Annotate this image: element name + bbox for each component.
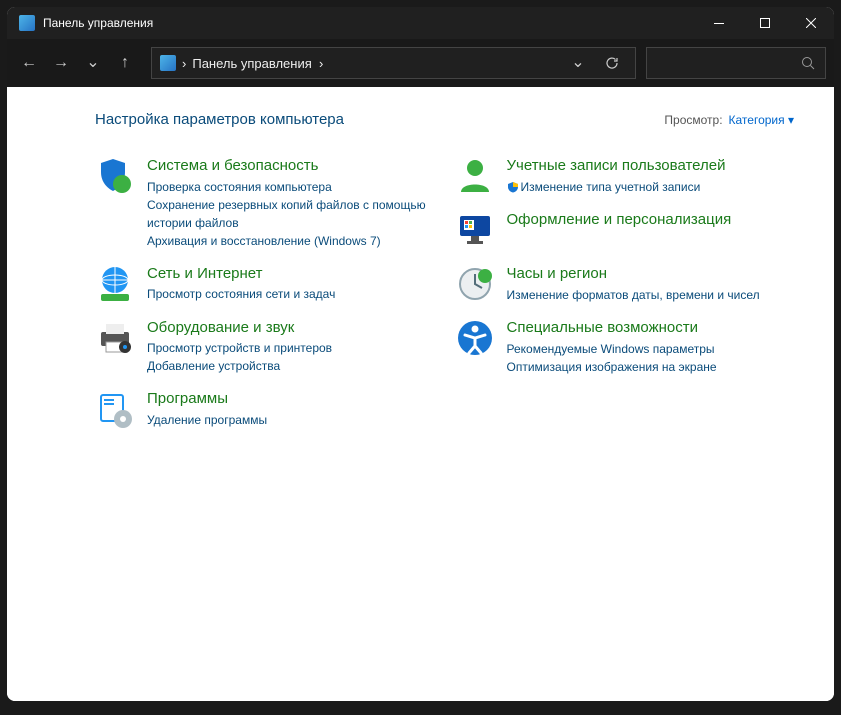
category-title[interactable]: Оформление и персонализация [507, 210, 795, 230]
category-link[interactable]: Просмотр состояния сети и задач [147, 285, 435, 303]
navbar: ← → ⌄ ↑ › Панель управления › ⌄ [7, 39, 834, 87]
window-controls [696, 7, 834, 39]
category-link[interactable]: Сохранение резервных копий файлов с помо… [147, 196, 435, 232]
address-sep: › [182, 56, 186, 71]
category-user: Учетные записи пользователей Изменение ти… [455, 156, 795, 196]
left-column: Система и безопасность Проверка состояния… [95, 156, 435, 443]
maximize-button[interactable] [742, 7, 788, 39]
category-link[interactable]: Просмотр устройств и принтеров [147, 339, 435, 357]
category-title[interactable]: Учетные записи пользователей [507, 156, 795, 176]
category-title[interactable]: Программы [147, 389, 435, 409]
view-selector: Просмотр: Категория ▾ [664, 113, 794, 127]
category-title[interactable]: Сеть и Интернет [147, 264, 435, 284]
category-link[interactable]: Удаление программы [147, 411, 435, 429]
category-programs: Программы Удаление программы [95, 389, 435, 429]
back-button[interactable]: ← [15, 49, 43, 77]
window: Панель управления ← → ⌄ ↑ › Панель управ… [7, 7, 834, 701]
search-box[interactable] [646, 47, 826, 79]
address-icon [160, 55, 176, 71]
category-link[interactable]: Архивация и восстановление (Windows 7) [147, 232, 435, 250]
nav-arrows: ← → ⌄ ↑ [15, 49, 139, 77]
address-bar[interactable]: › Панель управления › ⌄ [151, 47, 636, 79]
category-ease: Специальные возможности Рекомендуемые Win… [455, 318, 795, 376]
category-link[interactable]: Оптимизация изображения на экране [507, 358, 795, 376]
category-title[interactable]: Специальные возможности [507, 318, 795, 338]
content-header: Настройка параметров компьютера Просмотр… [95, 111, 794, 128]
view-label: Просмотр: [664, 113, 722, 127]
clock-icon [455, 264, 495, 304]
window-title: Панель управления [43, 16, 696, 30]
category-link[interactable]: Изменение форматов даты, времени и чисел [507, 286, 795, 304]
programs-icon [95, 389, 135, 429]
category-personalize: Оформление и персонализация [455, 210, 795, 250]
control-panel-icon [19, 15, 35, 31]
category-title[interactable]: Оборудование и звук [147, 318, 435, 338]
close-button[interactable] [788, 7, 834, 39]
category-printer: Оборудование и звукПросмотр устройств и … [95, 318, 435, 376]
minimize-button[interactable] [696, 7, 742, 39]
shield-icon [95, 156, 135, 196]
globe-icon [95, 264, 135, 304]
category-shield: Система и безопасность Проверка состояния… [95, 156, 435, 250]
right-column: Учетные записи пользователей Изменение ти… [455, 156, 795, 443]
category-title[interactable]: Часы и регион [507, 264, 795, 284]
address-path: Панель управления › [192, 56, 557, 71]
category-globe: Сеть и ИнтернетПросмотр состояния сети и… [95, 264, 435, 304]
category-link[interactable]: Добавление устройства [147, 357, 435, 375]
category-link[interactable]: Изменение типа учетной записи [507, 178, 795, 196]
view-dropdown[interactable]: Категория ▾ [729, 113, 794, 127]
printer-icon [95, 318, 135, 358]
category-columns: Система и безопасность Проверка состояния… [95, 156, 794, 443]
user-icon [455, 156, 495, 196]
content-area: Настройка параметров компьютера Просмотр… [7, 87, 834, 701]
personalize-icon [455, 210, 495, 250]
category-title[interactable]: Система и безопасность [147, 156, 435, 176]
titlebar: Панель управления [7, 7, 834, 39]
recent-dropdown[interactable]: ⌄ [79, 49, 107, 77]
category-clock: Часы и регион Изменение форматов даты, вр… [455, 264, 795, 304]
forward-button[interactable]: → [47, 49, 75, 77]
refresh-button[interactable] [597, 48, 627, 78]
category-link[interactable]: Проверка состояния компьютера [147, 178, 435, 196]
category-link[interactable]: Рекомендуемые Windows параметры [507, 340, 795, 358]
ease-icon [455, 318, 495, 358]
up-button[interactable]: ↑ [111, 49, 139, 77]
address-dropdown[interactable]: ⌄ [563, 48, 593, 78]
page-title: Настройка параметров компьютера [95, 111, 344, 128]
search-icon [801, 56, 815, 70]
